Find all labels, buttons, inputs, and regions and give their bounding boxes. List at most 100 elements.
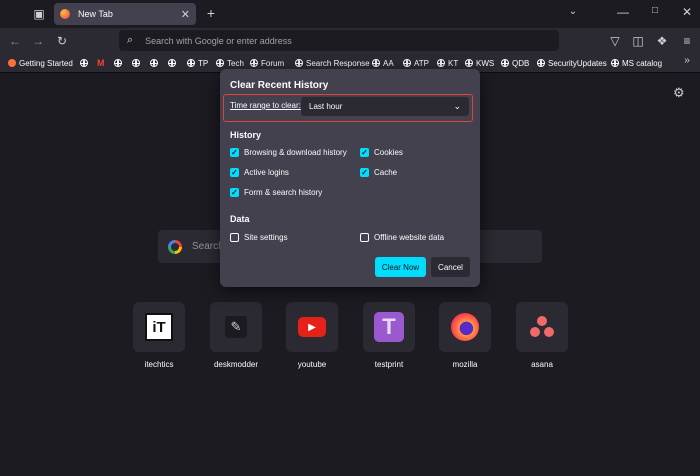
maximize-icon[interactable]: □ — [648, 5, 662, 16]
bookmark-ms-catalog[interactable]: MS catalog — [611, 57, 662, 69]
chevron-more-icon[interactable]: » — [681, 55, 693, 66]
site-tile: T — [363, 302, 415, 352]
bookmark-label: AA — [383, 58, 394, 68]
bookmark-kws[interactable]: KWS — [465, 57, 494, 69]
globe-icon — [132, 59, 140, 67]
checkbox-label: Cache — [374, 168, 398, 177]
bookmark-getting-started[interactable]: Getting Started — [8, 57, 73, 69]
clear-now-button[interactable]: Clear Now — [375, 257, 426, 277]
time-range-select[interactable]: Last hour ⌄ — [301, 97, 469, 116]
checkmark-icon: ✓ — [360, 167, 369, 177]
extensions-icon[interactable]: ❖ — [655, 34, 669, 48]
bookmark-label: Getting Started — [19, 58, 73, 68]
globe-icon — [250, 59, 258, 67]
top-site-itechtics[interactable]: iT itechtics — [133, 302, 185, 369]
chevron-down-icon: ⌄ — [453, 101, 461, 111]
bookmark-search-response[interactable]: Search Response — [295, 57, 370, 69]
minimize-icon[interactable]: — — [616, 5, 630, 19]
site-label: mozilla — [452, 360, 478, 369]
top-site-testprint[interactable]: T testprint — [363, 302, 415, 369]
tab-new-tab[interactable]: New Tab ✕ — [54, 3, 196, 25]
bookmark-kt[interactable]: KT — [437, 57, 458, 69]
time-range-label: Time range to clear: — [230, 101, 301, 110]
globe-icon — [437, 59, 445, 67]
checkbox-empty — [230, 233, 239, 242]
bookmark-atp[interactable]: ATP — [403, 57, 429, 69]
site-label: deskmodder — [213, 360, 259, 369]
gmail-icon[interactable]: M — [97, 57, 105, 69]
search-icon: ⌕ — [127, 34, 134, 46]
bookmark-label: KWS — [476, 58, 495, 68]
globe-icon — [537, 59, 545, 67]
checkmark-icon: ✓ — [230, 167, 239, 177]
checkbox-empty — [360, 233, 369, 242]
bookmark-label: Tech — [227, 58, 244, 68]
bookmark-item[interactable] — [132, 57, 143, 69]
close-tab-icon[interactable]: ✕ — [181, 8, 190, 21]
checkbox-label: Active logins — [244, 168, 289, 177]
firefox-view-icon[interactable]: ▣ — [32, 7, 46, 21]
site-tile — [516, 302, 568, 352]
site-tile: ✎ — [210, 302, 262, 352]
bookmark-item[interactable] — [150, 57, 161, 69]
sidebar-icon[interactable]: ◫ — [631, 34, 645, 48]
top-site-youtube[interactable]: ▶ youtube — [286, 302, 338, 369]
checkbox-offline-data[interactable]: Offline website data — [360, 233, 444, 242]
globe-icon — [114, 59, 122, 67]
bookmark-label: KT — [448, 58, 459, 68]
bookmark-label: SecurityUpdates — [548, 58, 607, 68]
list-tabs-chevron-icon[interactable]: ⌄ — [566, 6, 580, 17]
bookmark-label: TP — [198, 58, 209, 68]
checkmark-icon: ✓ — [360, 147, 369, 157]
tab-title: New Tab — [78, 9, 113, 19]
globe-icon — [150, 59, 158, 67]
top-site-mozilla[interactable]: mozilla — [439, 302, 491, 369]
back-icon[interactable]: ← — [8, 34, 22, 48]
pocket-icon[interactable]: ▽ — [608, 34, 622, 48]
address-bar[interactable]: ⌕ Search with Google or enter address — [119, 30, 559, 51]
bookmark-tech[interactable]: Tech — [216, 57, 244, 69]
globe-icon — [372, 59, 380, 67]
checkbox-cookies[interactable]: ✓ Cookies — [360, 148, 403, 157]
bookmark-item[interactable] — [80, 57, 91, 69]
checkbox-label: Cookies — [374, 148, 403, 157]
globe-icon — [501, 59, 509, 67]
globe-icon — [295, 59, 303, 67]
bookmark-tp[interactable]: TP — [187, 57, 208, 69]
address-bar-placeholder: Search with Google or enter address — [145, 35, 292, 46]
checkbox-label: Offline website data — [374, 233, 445, 242]
globe-icon — [611, 59, 619, 67]
cancel-button[interactable]: Cancel — [431, 257, 470, 277]
close-window-icon[interactable]: ✕ — [680, 5, 694, 19]
clear-history-dialog: Clear Recent History Time range to clear… — [220, 69, 480, 287]
testprint-icon: T — [374, 312, 404, 342]
bookmark-forum[interactable]: Forum — [250, 57, 284, 69]
time-range-value: Last hour — [309, 102, 343, 111]
bookmark-qdb[interactable]: QDB — [501, 57, 529, 69]
checkbox-form-search-history[interactable]: ✓ Form & search history — [230, 188, 322, 197]
bookmark-security-updates[interactable]: SecurityUpdates — [537, 57, 607, 69]
bookmark-item[interactable] — [114, 57, 125, 69]
top-site-deskmodder[interactable]: ✎ deskmodder — [210, 302, 262, 369]
new-tab-icon[interactable]: + — [204, 5, 218, 21]
checkbox-label: Site settings — [244, 233, 288, 242]
gear-icon[interactable]: ⚙ — [673, 85, 685, 101]
bookmark-item[interactable] — [168, 57, 179, 69]
site-tile: iT — [133, 302, 185, 352]
globe-icon — [216, 59, 224, 67]
menu-icon[interactable]: ≡ — [680, 34, 694, 48]
site-label: youtube — [297, 360, 327, 369]
checkbox-browsing-history[interactable]: ✓ Browsing & download history — [230, 148, 347, 157]
checkbox-label: Form & search history — [244, 188, 323, 197]
dialog-title: Clear Recent History — [230, 80, 329, 91]
checkbox-active-logins[interactable]: ✓ Active logins — [230, 168, 289, 177]
forward-icon[interactable]: → — [31, 34, 45, 48]
checkbox-site-settings[interactable]: Site settings — [230, 233, 288, 242]
checkmark-icon: ✓ — [230, 187, 239, 197]
google-icon — [168, 239, 182, 254]
bookmark-aa[interactable]: AA — [372, 57, 394, 69]
checkbox-cache[interactable]: ✓ Cache — [360, 168, 397, 177]
site-label: asana — [531, 360, 553, 369]
top-site-asana[interactable]: asana — [516, 302, 568, 369]
reload-icon[interactable]: ↻ — [55, 34, 69, 48]
